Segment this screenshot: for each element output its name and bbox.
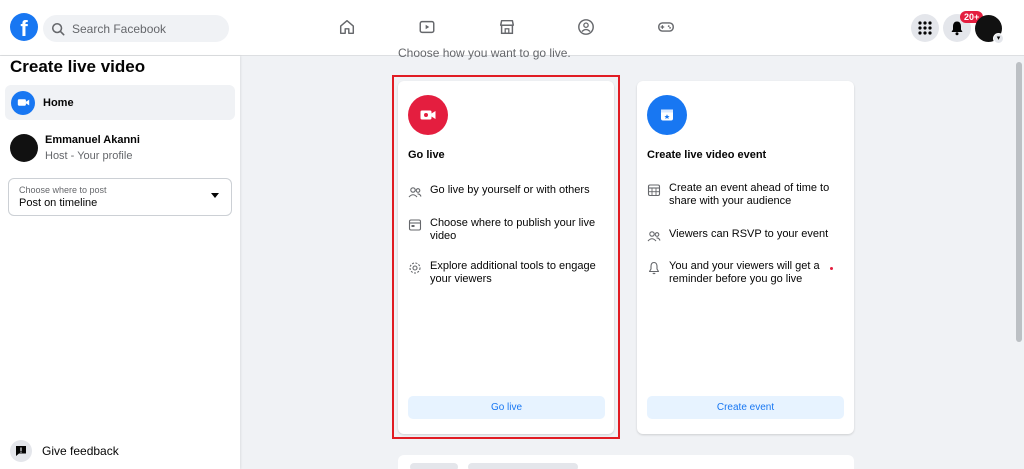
feature-item: Viewers can RSVP to your event: [647, 228, 847, 243]
placeholder-pill: [468, 463, 578, 469]
search-bar[interactable]: [43, 15, 229, 42]
feature-text: You and your viewers will get a reminder…: [669, 260, 820, 285]
search-input[interactable]: [72, 21, 222, 36]
next-section-card: [398, 455, 854, 469]
create-event-button[interactable]: Create event: [647, 396, 844, 419]
avatar: [10, 134, 38, 162]
sidebar-title: Create live video: [10, 57, 146, 76]
feature-item: Create an event ahead of time to share w…: [647, 182, 847, 208]
calendar-icon: [647, 184, 661, 197]
feature-text: Viewers can RSVP to your event: [669, 228, 829, 240]
instruction-text: Choose how you want to go live.: [398, 46, 571, 60]
feature-text: Create an event ahead of time to share w…: [669, 182, 830, 207]
live-video-camera-icon: [11, 90, 35, 115]
profile-role: Host - Your profile: [45, 150, 133, 162]
placeholder-pill: [410, 463, 458, 469]
host-profile: Emmanuel Akanni Host - Your profile: [10, 134, 140, 162]
marketplace-icon[interactable]: [496, 16, 518, 38]
post-destination-select[interactable]: Choose where to post Post on timeline: [8, 178, 232, 216]
card-title: Create live video event: [647, 149, 767, 161]
live-event-card[interactable]: Create live video event Create an event …: [637, 81, 854, 434]
bell-icon: [648, 261, 660, 275]
select-value: Post on timeline: [19, 197, 98, 209]
people-icon: [647, 231, 661, 242]
give-feedback-button[interactable]: Give feedback: [10, 440, 119, 462]
feature-item: You and your viewers will get a reminder…: [647, 260, 847, 286]
home-icon[interactable]: [336, 16, 358, 38]
cursor-dot: [830, 267, 833, 270]
sidebar-item-home[interactable]: Home: [5, 85, 235, 120]
gaming-icon[interactable]: [655, 16, 677, 38]
scrollbar-thumb[interactable]: [1016, 62, 1022, 342]
select-caption: Choose where to post: [19, 185, 107, 195]
sidebar-item-label: Home: [43, 96, 74, 109]
calendar-event-icon: [647, 95, 687, 135]
feedback-icon: [10, 440, 32, 462]
sidebar: Create live video Home Emmanuel Akanni H…: [0, 56, 240, 469]
search-icon: [51, 22, 65, 35]
feedback-label: Give feedback: [42, 444, 119, 458]
facebook-logo[interactable]: f: [10, 13, 38, 41]
watch-icon[interactable]: [416, 16, 438, 38]
grid-menu-icon[interactable]: [911, 14, 939, 42]
account-chevron-down-icon[interactable]: ▾: [993, 33, 1004, 44]
profile-name: Emmanuel Akanni: [45, 134, 140, 146]
groups-icon[interactable]: [575, 16, 597, 38]
page-scrollbar[interactable]: [1014, 56, 1024, 469]
caret-down-icon: [211, 193, 219, 198]
selection-highlight: [392, 75, 620, 439]
